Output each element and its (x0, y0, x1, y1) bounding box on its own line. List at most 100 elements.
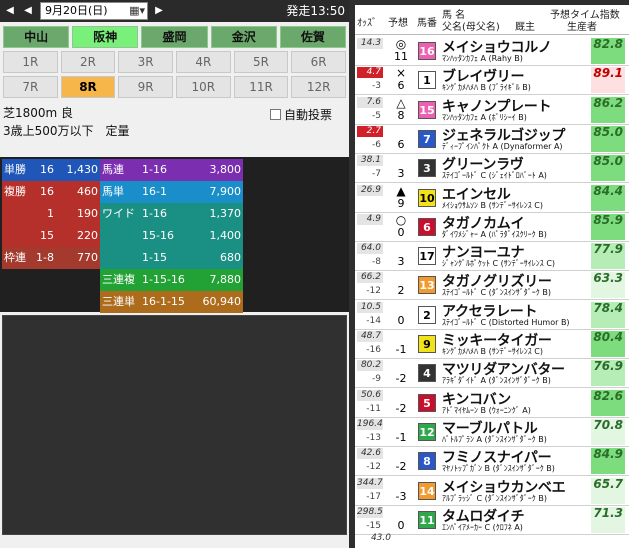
time-index: 63.3 (591, 272, 625, 299)
prev-day-button[interactable]: ◀ (2, 3, 18, 19)
status-bar (0, 536, 349, 548)
horse-row[interactable]: 50.6 -11 -2 5 キンコバン ｱﾄﾞﾏｲﾔﾑｰﾝ B (ｳｫｰﾆﾝｸﾞ A) 82… (355, 388, 629, 418)
horse-number: 5 (418, 393, 436, 412)
umaren-val: 3,800 (209, 163, 242, 176)
horse-row[interactable]: 66.2 -12 2 13 タガノグリズリー ｽﾃｲｺﾞｰﾙﾄﾞ C (ﾀﾞﾝｽｲﾝｻﾞﾀ… (355, 270, 629, 301)
wakuren-label: 枠連 (4, 251, 26, 264)
horse-number: 14 (418, 481, 436, 500)
prev-button[interactable]: ◀ (20, 3, 36, 19)
horse-sire: ｼﾞｬﾝｸﾞﾙﾎﾟｹｯﾄ C (ｻﾝﾃﾞｰｻｲﾚﾝｽ C) (442, 259, 556, 269)
horse-odds: 50.6 (357, 389, 383, 401)
race-tab-12R[interactable]: 12R (291, 76, 346, 98)
prediction-mark: ▲ (396, 183, 406, 198)
auto-vote-checkbox[interactable]: 自動投票 (270, 106, 332, 123)
time-index: 82.6 (591, 389, 625, 416)
race-tab-5R[interactable]: 5R (233, 51, 289, 73)
venue-tab-0[interactable]: 中山 (3, 26, 70, 48)
horse-row[interactable]: 10.5 -14 0 2 アクセラレート ｽﾃｲｺﾞｰﾙﾄﾞ C (Distorted H… (355, 300, 629, 330)
horse-odds-diff: -9 (372, 374, 381, 385)
horse-row[interactable]: 344.7 -17 -3 14 メイショウカンベエ ｱﾙﾌﾞﾗｯｼﾞ C (ﾀﾞﾝｽｲﾝｻ… (355, 476, 629, 506)
place-row: 15 220 (2, 225, 100, 247)
place-val: 460 (77, 185, 98, 198)
win-label: 単勝 (4, 163, 26, 176)
horse-row[interactable]: 48.7 -16 -1 9 ミッキータイガー ｷﾝｸﾞｶﾒﾊﾒﾊ B (ｻﾝﾃﾞｰｻｲﾚﾝ… (355, 329, 629, 359)
horse-row[interactable]: 2.7 -6 6 7 ジェネラルゴジップ ﾃﾞｨｰﾌﾟｲﾝﾊﾟｸﾄ A (Dynaform… (355, 124, 629, 154)
date-picker[interactable]: 9月20日(日) ▦▾ (40, 2, 148, 20)
calendar-icon[interactable]: ▦▾ (129, 3, 145, 19)
horse-row[interactable]: 42.6 -12 -2 8 フミノスナイパー ﾏﾔﾉﾄｯﾌﾟｶﾞﾝ B (ﾀﾞﾝｽｲﾝｻﾞ… (355, 446, 629, 477)
time-index: 71.3 (591, 506, 625, 533)
venue-tab-3[interactable]: 金沢 (210, 26, 277, 48)
horse-number: 8 (418, 452, 436, 471)
prediction-rank: -1 (395, 343, 407, 356)
horse-row[interactable]: 80.2 -9 -2 4 マツリダアンバター ｱﾗｷﾞﾀﾞｲﾄﾞ A (ﾀﾞﾝｽｲﾝｻﾞﾀ… (355, 358, 629, 389)
horse-odds: 7.6 (357, 96, 383, 108)
race-tab-8R[interactable]: 8R (60, 76, 116, 98)
trio-label: 三連複 (102, 273, 135, 286)
horse-row[interactable]: 196.4 -13 -1 12 マーブルパトル ﾊﾞﾄﾙﾌﾟﾗﾝ A (ﾀﾞﾝｽｲﾝｻﾞﾀ… (355, 417, 629, 447)
horse-row[interactable]: 38.1 -7 3 3 グリーンラヴ ｽﾃｲｺﾞｰﾙﾄﾞ C (ｼﾞｪｲﾄﾞﾛﾊﾞｰﾄ A… (355, 153, 629, 184)
umatan-row: 馬単 16-1 7,900 (100, 181, 243, 203)
next-button[interactable]: ▶ (151, 3, 167, 19)
prediction-rank: 2 (397, 284, 405, 298)
time-index: 85.9 (591, 213, 625, 240)
header-owner: 厩主 (515, 22, 535, 33)
horse-odds: 14.3 (357, 38, 383, 49)
horse-odds: 26.9 (357, 184, 383, 196)
horse-odds-diff: -16 (366, 345, 381, 355)
prediction-mark: ○ (395, 212, 407, 227)
chart-area (2, 315, 347, 535)
horse-row[interactable]: 14.3 ◎ 11 16 メイショウコルノ ﾏﾝﾊｯﾀﾝｶﾌｪ A (Rahy B) 82.… (355, 36, 629, 66)
race-tab-11R[interactable]: 11R (233, 76, 289, 98)
auto-vote-label: 自動投票 (284, 108, 333, 122)
race-tab-2R[interactable]: 2R (60, 51, 116, 73)
horse-sire: ﾊﾞﾄﾙﾌﾟﾗﾝ A (ﾀﾞﾝｽｲﾝｻﾞﾀﾞｰｸ B) (442, 434, 547, 444)
wide-val: 1,370 (209, 207, 242, 220)
horse-row[interactable]: 4.7 -3 × 6 1 ブレイヴリー ｷﾝｸﾞｶﾒﾊﾒﾊ B (ﾌﾞﾗｲｷﾞﾙ B) 89.… (355, 65, 629, 96)
wide-num: 15-16 (142, 229, 174, 242)
umatan-num: 16-1 (142, 185, 167, 198)
place-label (2, 225, 32, 247)
race-tab-6R[interactable]: 6R (291, 51, 346, 73)
checkbox-icon[interactable] (270, 109, 281, 120)
horse-sire: ﾏﾔﾉﾄｯﾌﾟｶﾞﾝ B (ﾀﾞﾝｽｲﾝｻﾞﾀﾞｰｸ B) (442, 464, 555, 474)
place-val: 220 (77, 229, 98, 242)
time-index: 85.0 (591, 125, 625, 152)
horse-sire: ﾀﾞｲﾜﾒｼﾞｬｰ A (ﾊﾟﾗﾀﾞｲｽｸﾘｰｸ B) (442, 229, 547, 239)
prediction-mark: △ (396, 95, 406, 110)
horse-row[interactable]: 64.0 -8 3 17 ナンヨーユナ ｼﾞｬﾝｸﾞﾙﾎﾟｹｯﾄ C (ｻﾝﾃﾞｰｻｲﾚﾝ… (355, 241, 629, 272)
horse-odds: 344.7 (357, 477, 383, 489)
prediction-rank: 3 (397, 167, 405, 181)
race-tab-4R[interactable]: 4R (176, 51, 231, 73)
footer-odds: 43.0 (370, 533, 391, 543)
venue-tab-1[interactable]: 阪神 (72, 26, 139, 48)
wide-val: 680 (220, 251, 241, 264)
horse-row[interactable]: 7.6 -5 △ 8 15 キャノンプレート ﾏﾝﾊｯﾀﾝｶﾌｪ A (ﾎﾞﾘｼｰｲ B) 8… (355, 95, 629, 125)
prediction-rank: -1 (395, 430, 407, 444)
horse-odds-diff: -13 (366, 432, 381, 443)
horse-number: 1 (418, 71, 436, 90)
horse-number: 3 (418, 159, 436, 178)
horse-row[interactable]: 26.9 ▲ 9 10 エインセル ﾒｲｼｮｳｻﾑｿﾝ B (ｻﾝﾃﾞｰｻｲﾚﾝｽ C) 8… (355, 183, 629, 213)
horse-odds-diff: -14 (366, 315, 381, 326)
venue-tab-2[interactable]: 盛岡 (141, 26, 208, 48)
horse-number: 6 (418, 217, 436, 236)
race-tab-10R[interactable]: 10R (176, 76, 231, 98)
race-tab-7R[interactable]: 7R (3, 76, 58, 98)
horse-sire: ｷﾝｸﾞｶﾒﾊﾒﾊ B (ﾌﾞﾗｲｷﾞﾙ B) (442, 83, 531, 93)
race-tab-3R[interactable]: 3R (118, 51, 173, 73)
horse-odds: 48.7 (357, 331, 383, 342)
horse-row[interactable]: 298.5 -15 0 11 タムロダイチ ｴﾝﾊﾟｲｱﾒｰｶｰ C (ｸﾛﾌﾈ A) 71… (355, 505, 629, 535)
horse-sire: ｴﾝﾊﾟｲｱﾒｰｶｰ C (ｸﾛﾌﾈ A) (442, 522, 523, 532)
horse-odds-diff: -6 (372, 139, 381, 150)
venue-tab-4[interactable]: 佐賀 (279, 26, 347, 48)
place-num: 15 (40, 229, 54, 242)
win-num: 16 (40, 163, 54, 176)
wide-num: 1-15 (142, 251, 167, 264)
horse-row[interactable]: 4.9 ○ 0 6 タガノカムイ ﾀﾞｲﾜﾒｼﾞｬｰ A (ﾊﾟﾗﾀﾞｲｽｸﾘｰｸ B) 8… (355, 212, 629, 242)
place-num: 16 (40, 185, 54, 198)
race-tabs: 1R 2R 3R 4R 5R 6R 7R 8R 9R 10R 11R 12R (3, 51, 346, 99)
horse-odds-diff: -12 (366, 462, 381, 473)
race-tab-9R[interactable]: 9R (118, 76, 173, 98)
race-tab-1R[interactable]: 1R (3, 51, 58, 73)
